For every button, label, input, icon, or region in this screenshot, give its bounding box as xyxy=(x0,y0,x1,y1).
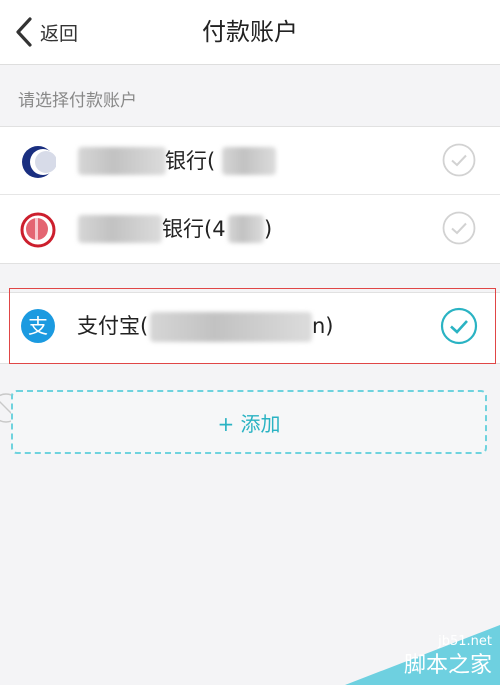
masked-account-number xyxy=(228,215,264,243)
page-title: 付款账户 xyxy=(202,18,298,46)
watermark-name: 脚本之家 xyxy=(403,653,492,678)
top-nav-bar: 返回 付款账户 xyxy=(0,0,500,65)
bank-name-suffix: 银行( xyxy=(165,149,216,173)
unselected-check-icon xyxy=(442,211,476,245)
unselected-check-icon xyxy=(442,143,476,177)
bank-red-logo-icon xyxy=(20,212,56,248)
add-account-button[interactable]: + 添加 xyxy=(11,390,487,454)
bank-paren-close: ) xyxy=(264,217,273,241)
bank-blue-logo-icon xyxy=(20,144,57,180)
bank-name-suffix: 银行(4 xyxy=(162,217,226,241)
add-account-label: + 添加 xyxy=(217,411,281,436)
bank-account-row-1[interactable]: 银行( xyxy=(0,127,500,195)
bank-account-list: 银行( 银行(4 ) xyxy=(0,126,500,264)
masked-bank-name xyxy=(78,215,162,243)
payment-account-screen: 返回 付款账户 请选择付款账户 银行(银行(4) 支 支付宝(n) + 添… xyxy=(0,0,500,685)
masked-bank-name xyxy=(78,147,166,175)
masked-account-number xyxy=(222,147,276,175)
selection-highlight-box xyxy=(9,288,496,364)
section-hint: 请选择付款账户 xyxy=(18,91,137,111)
bank-account-row-2[interactable]: 银行(4 ) xyxy=(0,195,500,262)
